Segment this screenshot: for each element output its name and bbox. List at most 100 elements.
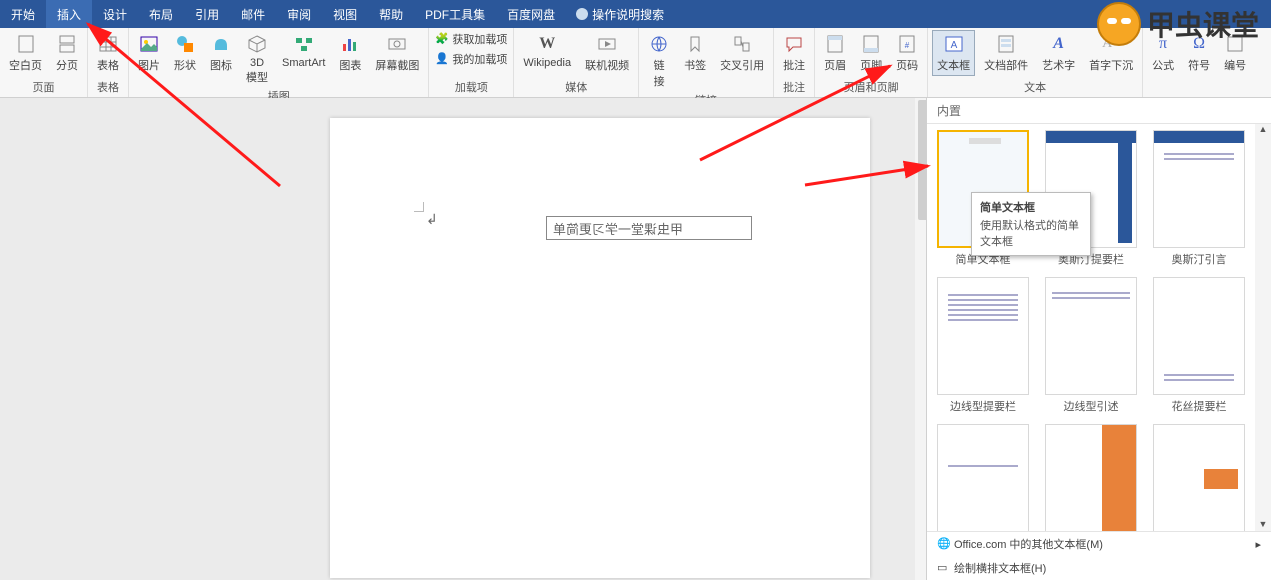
header-button[interactable]: 页眉	[819, 30, 851, 76]
gallery-tooltip: 简单文本框 使用默认格式的简单文本框	[971, 192, 1091, 256]
table-button[interactable]: 表格	[92, 30, 124, 76]
video-icon	[596, 33, 618, 55]
screenshot-button[interactable]: 屏幕截图	[370, 30, 424, 76]
blank-page-icon	[15, 33, 37, 55]
draw-horizontal-textbox[interactable]: ▭绘制横排文本框(H)	[927, 556, 1271, 580]
quick-parts-button[interactable]: 文档部件	[979, 30, 1033, 76]
thumb-retrospect-sidebar[interactable]	[1045, 424, 1137, 531]
my-addins-icon: 👤	[435, 52, 449, 66]
get-addins-button[interactable]: 🧩获取加载项	[433, 30, 509, 48]
bookmark-button[interactable]: 书签	[679, 30, 711, 76]
gallery-footer: 🌐Office.com 中的其他文本框(M)▸ ▭绘制横排文本框(H)	[927, 531, 1271, 580]
group-comments: 批注 批注	[774, 28, 815, 97]
thumb-banded-sidebar[interactable]	[937, 277, 1029, 395]
mascot-icon	[1097, 2, 1141, 46]
menu-tabs: 开始 插入 设计 布局 引用 邮件 审阅 视图 帮助 PDF工具集 百度网盘 操…	[0, 0, 1271, 28]
group-tables: 表格 表格	[88, 28, 129, 97]
textbox-icon: A	[943, 33, 965, 55]
group-illustrations: 图片 形状 图标 3D 模型 SmartArt 图表 屏幕截图 插图	[129, 28, 429, 97]
crossref-icon	[731, 33, 753, 55]
group-pages: 空白页 分页 页面	[0, 28, 88, 97]
group-label-tables: 表格	[92, 79, 124, 97]
lightbulb-icon	[576, 8, 588, 20]
screenshot-icon	[386, 33, 408, 55]
my-addins-button[interactable]: 👤我的加载项	[433, 50, 509, 68]
table-icon	[97, 33, 119, 55]
group-label-pages: 页面	[4, 79, 83, 97]
document-page[interactable]: ↲ 甲虫课堂一学习更简单	[330, 118, 870, 578]
thumb-filigree-sidebar[interactable]	[1153, 277, 1245, 395]
tab-mail[interactable]: 邮件	[230, 0, 276, 28]
tell-me-label: 操作说明搜索	[592, 6, 664, 23]
office-icon: 🌐	[937, 537, 951, 551]
gallery-scrollbar[interactable]: ▲ ▼	[1255, 124, 1271, 531]
tab-pdf[interactable]: PDF工具集	[414, 0, 496, 28]
comment-button[interactable]: 批注	[778, 30, 810, 76]
shapes-icon	[174, 33, 196, 55]
group-headerfooter: 页眉 页脚 #页码 页眉和页脚	[815, 28, 928, 97]
group-label-text: 文本	[932, 79, 1138, 97]
cursor-indicator: ↲	[426, 211, 438, 228]
header-icon	[824, 33, 846, 55]
group-media: WWikipedia 联机视频 媒体	[514, 28, 639, 97]
thumb-austin-quote[interactable]	[1153, 130, 1245, 248]
wikipedia-button[interactable]: WWikipedia	[518, 30, 576, 72]
3d-models-button[interactable]: 3D 模型	[241, 30, 273, 88]
tell-me-search[interactable]: 操作说明搜索	[566, 0, 664, 28]
cross-reference-button[interactable]: 交叉引用	[715, 30, 769, 76]
gallery-header: 内置	[927, 98, 1271, 124]
tab-insert[interactable]: 插入	[46, 0, 92, 28]
margin-marker	[410, 198, 424, 212]
link-icon	[648, 33, 670, 55]
gallery-scroll-area[interactable]: 简单文本框 奥斯汀提要栏 奥斯汀引言 边线型提要栏 边线型引述 花丝提要栏 花丝…	[927, 124, 1255, 531]
smartart-button[interactable]: SmartArt	[277, 30, 330, 72]
textbox-gallery-panel: 内置 简单文本框 奥斯汀提要栏 奥斯汀引言 边线型提要栏 边线型引述 花丝提要栏…	[926, 98, 1271, 580]
scroll-up-icon[interactable]: ▲	[1257, 124, 1269, 136]
smartart-icon	[293, 33, 315, 55]
page-break-icon	[56, 33, 78, 55]
footer-button[interactable]: 页脚	[855, 30, 887, 76]
thumb-banded-quote[interactable]	[1045, 277, 1137, 395]
quick-parts-icon	[995, 33, 1017, 55]
store-icon: 🧩	[435, 32, 449, 46]
scroll-down-icon[interactable]: ▼	[1257, 519, 1269, 531]
blank-page-button[interactable]: 空白页	[4, 30, 47, 76]
footer-icon	[860, 33, 882, 55]
tab-references[interactable]: 引用	[184, 0, 230, 28]
chevron-right-icon: ▸	[1255, 538, 1261, 551]
thumb-retrospect-quote[interactable]	[1153, 424, 1245, 531]
tab-help[interactable]: 帮助	[368, 0, 414, 28]
icons-icon	[210, 33, 232, 55]
pictures-button[interactable]: 图片	[133, 30, 165, 76]
tab-design[interactable]: 设计	[92, 0, 138, 28]
group-label-comments: 批注	[778, 79, 810, 97]
wikipedia-icon: W	[536, 33, 558, 55]
tab-review[interactable]: 审阅	[276, 0, 322, 28]
watermark-text: 甲虫课堂	[1147, 4, 1259, 44]
tab-start[interactable]: 开始	[0, 0, 46, 28]
hyperlink-button[interactable]: 链 接	[643, 30, 675, 92]
picture-icon	[138, 33, 160, 55]
tab-layout[interactable]: 布局	[138, 0, 184, 28]
icons-button[interactable]: 图标	[205, 30, 237, 76]
page-break-button[interactable]: 分页	[51, 30, 83, 76]
chart-button[interactable]: 图表	[334, 30, 366, 76]
tab-baidu[interactable]: 百度网盘	[496, 0, 566, 28]
textbox-button[interactable]: A文本框	[932, 30, 975, 76]
thumb-filigree-quote[interactable]	[937, 424, 1029, 531]
bookmark-icon	[684, 33, 706, 55]
wordart-button[interactable]: A艺术字	[1037, 30, 1080, 76]
shapes-button[interactable]: 形状	[169, 30, 201, 76]
svg-text:A: A	[950, 40, 957, 51]
comment-icon	[783, 33, 805, 55]
more-office-textboxes[interactable]: 🌐Office.com 中的其他文本框(M)▸	[927, 532, 1271, 556]
inserted-textbox[interactable]: 甲虫课堂一学习更简单	[546, 216, 752, 240]
ribbon: 空白页 分页 页面 表格 表格 图片 形状 图标 3D 模型 SmartArt …	[0, 28, 1271, 98]
svg-text:#: #	[905, 41, 910, 50]
tab-view[interactable]: 视图	[322, 0, 368, 28]
draw-textbox-icon: ▭	[937, 561, 951, 575]
online-video-button[interactable]: 联机视频	[580, 30, 634, 76]
group-label-addins: 加载项	[433, 79, 509, 97]
page-number-button[interactable]: #页码	[891, 30, 923, 76]
chart-icon	[339, 33, 361, 55]
